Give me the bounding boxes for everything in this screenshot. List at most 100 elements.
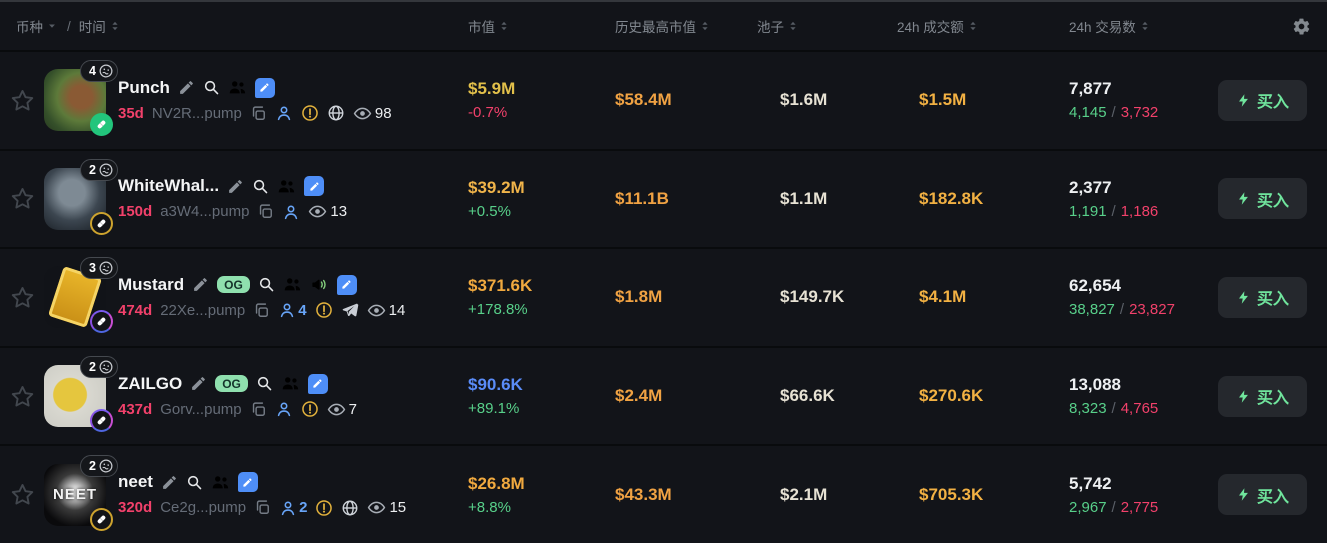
search-icon[interactable] — [203, 79, 220, 96]
table-header: 币种 / 时间 市值 历史最高市值 池子 24h 成交额 24h 交易数 — [0, 2, 1327, 52]
warning-icon[interactable] — [315, 301, 333, 319]
avatar-count-badge[interactable]: 4 — [80, 60, 118, 82]
dev-profile-icon[interactable] — [275, 104, 293, 122]
search-icon[interactable] — [258, 276, 275, 293]
volume-value: $705.3K — [919, 485, 983, 504]
holders-group-icon[interactable] — [283, 275, 302, 294]
pump-pill-badge — [90, 409, 113, 432]
token-name[interactable]: Mustard — [118, 275, 184, 295]
avatar-count-badge[interactable]: 2 — [80, 356, 118, 378]
search-icon[interactable] — [256, 375, 273, 392]
search-icon[interactable] — [186, 474, 203, 491]
col-pool-header[interactable]: 池子 — [757, 16, 784, 36]
note-edit-icon[interactable] — [308, 374, 328, 394]
copy-icon[interactable] — [250, 401, 267, 418]
token-avatar[interactable]: 4 — [44, 69, 106, 131]
copy-icon[interactable] — [253, 302, 270, 319]
chevron-down-icon[interactable] — [45, 19, 59, 33]
token-address[interactable]: NV2R...pump — [152, 105, 242, 122]
watchers-count: 7 — [349, 401, 357, 418]
dev-profile-icon[interactable]: 4 — [278, 301, 306, 319]
watchers-count: 13 — [330, 203, 347, 220]
eye-icon — [327, 400, 346, 419]
pencil-icon — [309, 181, 320, 192]
holders-group-icon[interactable] — [281, 374, 300, 393]
copy-icon[interactable] — [250, 105, 267, 122]
note-edit-icon[interactable] — [337, 275, 357, 295]
token-address[interactable]: Gorv...pump — [160, 401, 241, 418]
token-avatar[interactable]: NEET 2 — [44, 464, 106, 526]
sort-icon[interactable] — [966, 19, 980, 33]
edit-pencil-icon[interactable] — [227, 178, 244, 195]
buy-button-label: 买入 — [1257, 483, 1289, 507]
favorite-star-icon[interactable] — [10, 482, 35, 507]
sort-icon[interactable] — [698, 19, 712, 33]
token-avatar[interactable]: 2 — [44, 168, 106, 230]
edit-pencil-icon[interactable] — [178, 79, 195, 96]
dev-profile-icon[interactable]: 2 — [279, 499, 307, 517]
sort-icon[interactable] — [786, 19, 800, 33]
favorite-star-icon[interactable] — [10, 88, 35, 113]
buy-button[interactable]: 买入 — [1218, 277, 1307, 318]
buy-button[interactable]: 买入 — [1218, 376, 1307, 417]
dev-profile-icon[interactable] — [282, 203, 300, 221]
dev-profile-icon[interactable] — [275, 400, 293, 418]
globe-icon[interactable] — [327, 104, 345, 122]
col-ath-header[interactable]: 历史最高市值 — [615, 16, 696, 36]
note-edit-icon[interactable] — [304, 176, 324, 196]
avatar-count-badge[interactable]: 2 — [80, 455, 118, 477]
pencil-icon — [341, 279, 352, 290]
token-name[interactable]: WhiteWhal... — [118, 176, 219, 196]
volume-value: $182.8K — [919, 189, 983, 208]
megaphone-icon[interactable] — [310, 275, 329, 294]
buy-button[interactable]: 买入 — [1218, 474, 1307, 515]
note-edit-icon[interactable] — [238, 472, 258, 492]
search-icon[interactable] — [252, 178, 269, 195]
lightning-bolt-icon — [1236, 290, 1251, 305]
col-token-header[interactable]: 币种 — [16, 16, 43, 36]
token-name[interactable]: ZAILGO — [118, 374, 182, 394]
favorite-star-icon[interactable] — [10, 384, 35, 409]
avatar-count-badge[interactable]: 2 — [80, 159, 118, 181]
col-mcap-header[interactable]: 市值 — [468, 16, 495, 36]
warning-icon[interactable] — [315, 499, 333, 517]
market-cap-change: +178.8% — [468, 301, 570, 318]
holders-group-icon[interactable] — [277, 177, 296, 196]
edit-pencil-icon[interactable] — [161, 474, 178, 491]
settings-gear-icon[interactable] — [1292, 17, 1311, 36]
sort-icon[interactable] — [108, 19, 122, 33]
token-avatar[interactable]: 2 — [44, 365, 106, 427]
col-volume-header[interactable]: 24h 成交额 — [897, 16, 964, 36]
fire-icon — [757, 386, 774, 406]
globe-icon[interactable] — [341, 499, 359, 517]
market-cap-change: -0.7% — [468, 104, 570, 121]
buy-button[interactable]: 买入 — [1218, 178, 1307, 219]
copy-icon[interactable] — [257, 203, 274, 220]
token-address[interactable]: Ce2g...pump — [160, 499, 246, 516]
note-edit-icon[interactable] — [255, 78, 275, 98]
sort-icon[interactable] — [1138, 19, 1152, 33]
token-address[interactable]: a3W4...pump — [160, 203, 249, 220]
holders-group-icon[interactable] — [211, 473, 230, 492]
favorite-star-icon[interactable] — [10, 285, 35, 310]
tx-sells: 4,765 — [1121, 400, 1159, 417]
lightning-bolt-icon — [1236, 191, 1251, 206]
col-time-header[interactable]: 时间 — [79, 16, 106, 36]
holders-group-icon[interactable] — [228, 78, 247, 97]
token-name[interactable]: neet — [118, 472, 153, 492]
token-name[interactable]: Punch — [118, 78, 170, 98]
token-address[interactable]: 22Xe...pump — [160, 302, 245, 319]
favorite-star-icon[interactable] — [10, 186, 35, 211]
fire-icon — [757, 485, 774, 505]
col-tx-header[interactable]: 24h 交易数 — [1069, 16, 1136, 36]
warning-icon[interactable] — [301, 104, 319, 122]
copy-icon[interactable] — [254, 499, 271, 516]
edit-pencil-icon[interactable] — [192, 276, 209, 293]
warning-icon[interactable] — [301, 400, 319, 418]
sort-icon[interactable] — [497, 19, 511, 33]
telegram-icon[interactable] — [341, 301, 359, 319]
edit-pencil-icon[interactable] — [190, 375, 207, 392]
buy-button[interactable]: 买入 — [1218, 80, 1307, 121]
avatar-count-badge[interactable]: 3 — [80, 257, 118, 279]
token-avatar[interactable]: 3 — [44, 266, 106, 328]
